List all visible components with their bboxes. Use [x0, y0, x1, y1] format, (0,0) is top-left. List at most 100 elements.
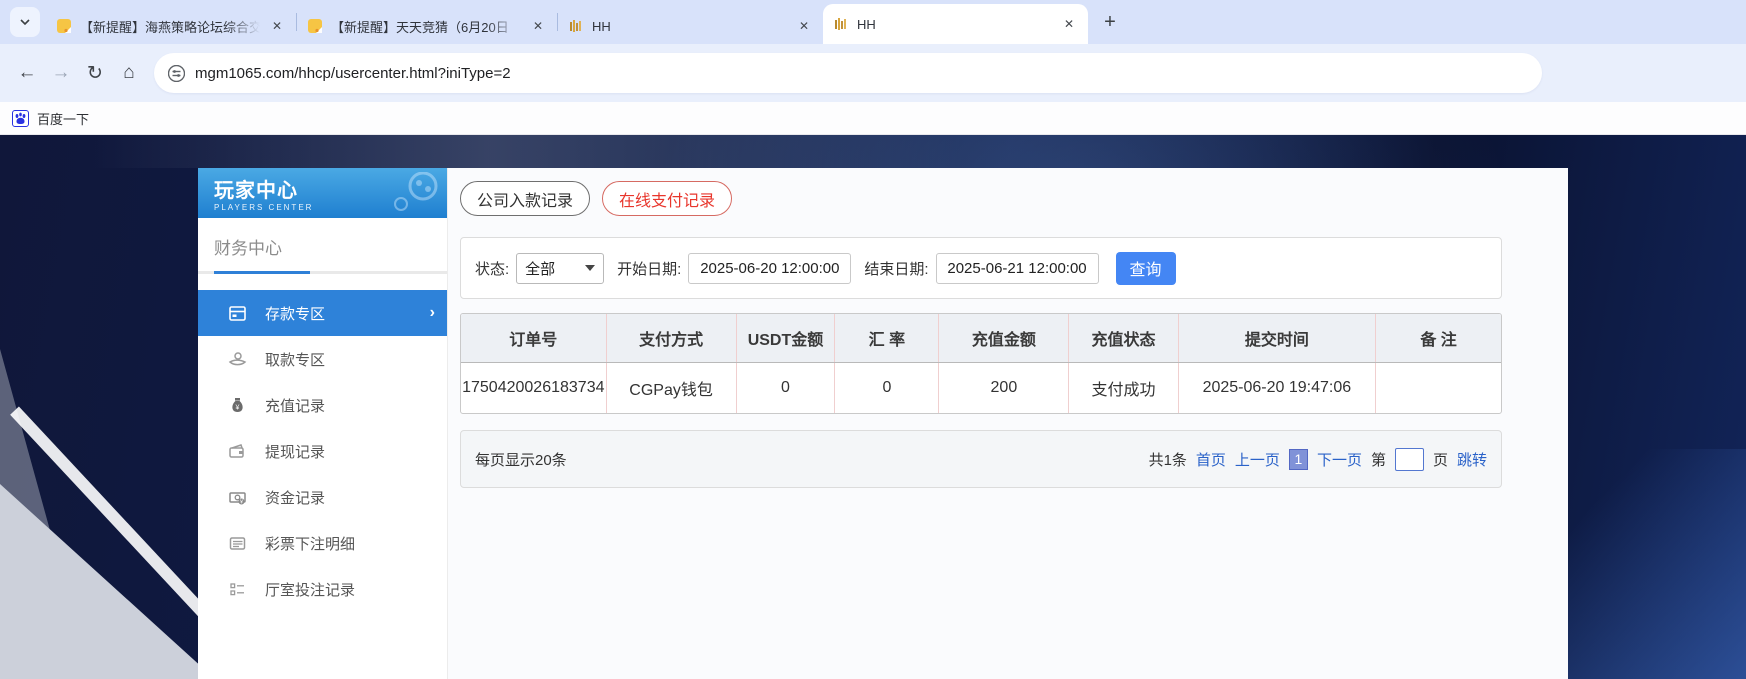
background-art [0, 135, 1746, 168]
bookmark-baidu[interactable]: 百度一下 [12, 109, 89, 128]
header-usdt-amount: USDT金额 [737, 314, 836, 362]
next-page-link[interactable]: 下一页 [1317, 449, 1362, 470]
browser-tab-2[interactable]: 【新提醒】天天竞猜（6月20日 ✕ [297, 8, 557, 44]
tab-search-button[interactable] [10, 7, 40, 37]
header-submit-time: 提交时间 [1179, 314, 1377, 362]
main-content: 公司入款记录 在线支付记录 状态: 全部 开始日期: 结束日期: 查询 订单号 … [448, 168, 1568, 679]
header-recharge-status: 充值状态 [1069, 314, 1178, 362]
hand-coin-icon [228, 350, 247, 369]
pagination-controls: 共1条 首页 上一页 1 下一页 第 页 跳转 [1149, 448, 1487, 471]
sidebar-item-lottery-bet-details[interactable]: 彩票下注明细 [198, 520, 447, 566]
close-icon[interactable]: ✕ [1060, 15, 1078, 33]
list-icon [228, 534, 247, 553]
finance-section-header: 财务中心 [198, 218, 447, 271]
url-text: mgm1065.com/hhcp/usercenter.html?iniType… [195, 65, 511, 82]
browser-tab-1[interactable]: 【新提醒】海燕策略论坛综合交 ✕ [46, 8, 296, 44]
baidu-paw-icon [12, 110, 29, 127]
sidebar-item-label: 充值记录 [265, 395, 325, 416]
end-date-label: 结束日期: [864, 258, 928, 279]
yellow-note-icon [56, 18, 72, 34]
sidebar-item-recharge-records[interactable]: ¥ 充值记录 [198, 382, 447, 428]
reload-icon: ↻ [87, 62, 103, 85]
address-bar[interactable]: mgm1065.com/hhcp/usercenter.html?iniType… [154, 53, 1542, 93]
browser-tab-3[interactable]: HH ✕ [558, 8, 823, 44]
online-payment-records-button[interactable]: 在线支付记录 [602, 181, 732, 216]
cell-exchange-rate: 0 [835, 363, 939, 413]
background-art [1566, 449, 1746, 679]
sidebar-item-label: 存款专区 [265, 303, 325, 324]
filter-bar: 状态: 全部 开始日期: 结束日期: 查询 [460, 237, 1502, 299]
section-label: 财务中心 [214, 234, 447, 271]
jump-suffix-label: 页 [1433, 449, 1448, 470]
browser-toolbar: ← → ↻ ⌂ mgm1065.com/hhcp/usercenter.html… [0, 44, 1746, 102]
pagination-bar: 每页显示20条 共1条 首页 上一页 1 下一页 第 页 跳转 [460, 430, 1502, 488]
plus-icon: + [1104, 11, 1116, 34]
record-type-tabs: 公司入款记录 在线支付记录 [460, 181, 1502, 216]
checklist-icon [228, 580, 247, 599]
cell-order-no: 1750420026183734 [461, 363, 607, 413]
start-date-label: 开始日期: [617, 258, 681, 279]
cell-remark [1376, 363, 1501, 413]
gold-bars-icon [568, 18, 584, 34]
end-date-input[interactable] [936, 253, 1099, 284]
bank-card-icon [228, 304, 247, 323]
sidebar-item-fund-records[interactable]: ¥ 资金记录 [198, 474, 447, 520]
home-icon: ⌂ [123, 62, 134, 84]
close-icon[interactable]: ✕ [795, 17, 813, 35]
prev-page-link[interactable]: 上一页 [1235, 449, 1280, 470]
yellow-note-icon [307, 18, 323, 34]
forward-button[interactable]: → [44, 56, 78, 90]
section-underline-accent [214, 271, 310, 274]
start-date-input[interactable] [688, 253, 851, 284]
status-select[interactable]: 全部 [516, 253, 604, 284]
query-button[interactable]: 查询 [1116, 252, 1176, 285]
total-count-text: 共1条 [1149, 449, 1187, 470]
section-underline [198, 271, 447, 274]
tab-title: 【新提醒】海燕策略论坛综合交 [80, 17, 260, 36]
reload-button[interactable]: ↻ [78, 56, 112, 90]
sidebar-item-label: 提现记录 [265, 441, 325, 462]
sidebar-item-hall-bet-records[interactable]: 厅室投注记录 [198, 566, 447, 612]
cell-pay-method: CGPay钱包 [607, 363, 737, 413]
money-bag-icon: ¥ [228, 396, 247, 415]
sidebar-item-label: 资金记录 [265, 487, 325, 508]
tab-title: 【新提醒】天天竞猜（6月20日 [331, 17, 521, 36]
chevron-right-icon: › [430, 304, 435, 322]
cell-recharge-status: 支付成功 [1069, 363, 1178, 413]
sidebar-item-withdrawal-records[interactable]: 提现记录 [198, 428, 447, 474]
table-row: 1750420026183734 CGPay钱包 0 0 200 支付成功 20… [461, 363, 1501, 413]
tab-title: HH [857, 17, 1052, 32]
sidebar-item-label: 彩票下注明细 [265, 533, 355, 554]
chevron-down-icon [19, 16, 31, 28]
wallet-icon [228, 442, 247, 461]
status-label: 状态: [475, 258, 509, 279]
gamepad-icon [387, 172, 439, 212]
status-select-value: 全部 [525, 258, 555, 279]
company-deposit-records-button[interactable]: 公司入款记录 [460, 181, 590, 216]
page-background: 玩家中心 PLAYERS CENTER 财务中心 存款专区 › 取款专区 [0, 135, 1746, 679]
cell-recharge-amount: 200 [939, 363, 1069, 413]
page-size-text: 每页显示20条 [475, 449, 567, 470]
sidebar-item-withdraw-zone[interactable]: 取款专区 [198, 336, 447, 382]
site-settings-tune-icon[interactable] [168, 65, 185, 82]
players-center-banner: 玩家中心 PLAYERS CENTER [198, 168, 447, 218]
chevron-down-icon [585, 265, 595, 271]
jump-page-input[interactable] [1395, 448, 1424, 471]
bookmark-label: 百度一下 [37, 109, 89, 128]
jump-link[interactable]: 跳转 [1457, 449, 1487, 470]
tab-title: HH [592, 19, 787, 34]
sidebar-item-label: 取款专区 [265, 349, 325, 370]
first-page-link[interactable]: 首页 [1196, 449, 1226, 470]
home-button[interactable]: ⌂ [112, 56, 146, 90]
sidebar-item-deposit-zone[interactable]: 存款专区 › [198, 290, 447, 336]
back-button[interactable]: ← [10, 56, 44, 90]
close-icon[interactable]: ✕ [268, 17, 286, 35]
browser-tab-4-active[interactable]: HH ✕ [823, 4, 1088, 44]
table-header-row: 订单号 支付方式 USDT金额 汇 率 充值金额 充值状态 提交时间 备 注 [461, 314, 1501, 363]
current-page-indicator[interactable]: 1 [1289, 449, 1308, 470]
arrow-right-icon: → [52, 62, 71, 84]
arrow-left-icon: ← [18, 62, 37, 84]
cell-usdt-amount: 0 [737, 363, 836, 413]
new-tab-button[interactable]: + [1096, 8, 1124, 36]
close-icon[interactable]: ✕ [529, 17, 547, 35]
